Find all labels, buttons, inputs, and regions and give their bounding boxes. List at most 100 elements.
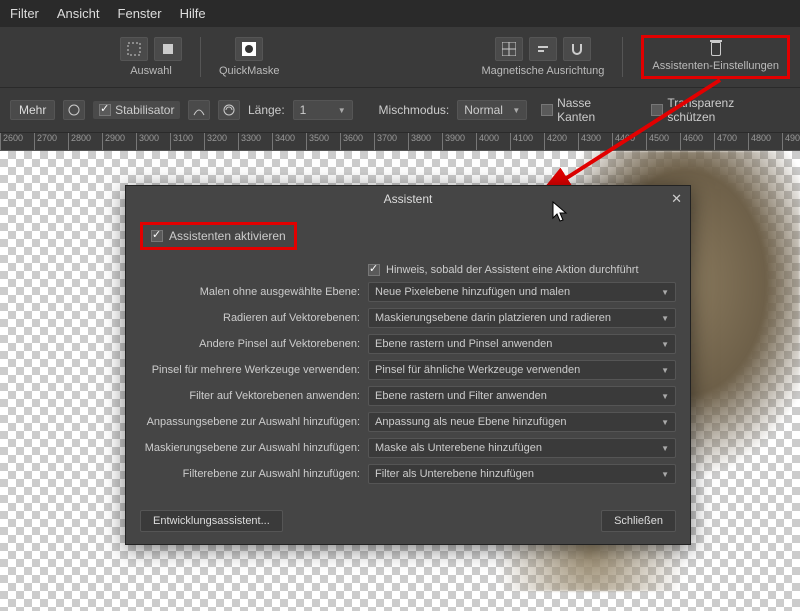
transparenz-checkbox[interactable]: Transparenz schützen [645, 94, 790, 126]
tool-label-magnet: Magnetische Ausrichtung [482, 65, 605, 77]
option-dropdown[interactable]: Filter als Unterebene hinzufügen▼ [368, 464, 676, 484]
dialog-option-row: Maskierungsebene zur Auswahl hinzufügen:… [140, 438, 676, 458]
ruler-tick: 2600 [0, 133, 23, 151]
toolbar-main: Auswahl QuickMaske Magnetische Ausrichtu… [0, 27, 800, 88]
ruler-tick: 3700 [374, 133, 397, 151]
menu-hilfe[interactable]: Hilfe [180, 6, 206, 21]
close-button[interactable]: ✕ [671, 191, 682, 207]
dev-assistant-button[interactable]: Entwicklungsassistent... [140, 510, 283, 532]
menu-ansicht[interactable]: Ansicht [57, 6, 100, 21]
option-value: Maske als Unterebene hinzufügen [375, 442, 542, 454]
option-label: Maskierungsebene zur Auswahl hinzufügen: [140, 442, 360, 454]
ruler-tick: 3300 [238, 133, 261, 151]
checkbox-icon [651, 104, 663, 116]
checkbox-icon [99, 104, 111, 116]
ruler-tick: 4600 [680, 133, 703, 151]
ruler-tick: 3000 [136, 133, 159, 151]
transparenz-label: Transparenz schützen [667, 96, 784, 124]
option-dropdown[interactable]: Neue Pixelebene hinzufügen und malen▼ [368, 282, 676, 302]
hint-label: Hinweis, sobald der Assistent eine Aktio… [386, 264, 639, 276]
tool-label-assist: Assistenten-Einstellungen [652, 60, 779, 72]
dialog-option-row: Malen ohne ausgewählte Ebene: Neue Pixele… [140, 282, 676, 302]
menu-fenster[interactable]: Fenster [118, 6, 162, 21]
option-dropdown[interactable]: Anpassung als neue Ebene hinzufügen▼ [368, 412, 676, 432]
close-dialog-button[interactable]: Schließen [601, 510, 676, 532]
menubar: Filter Ansicht Fenster Hilfe [0, 0, 800, 27]
option-label: Malen ohne ausgewählte Ebene: [140, 286, 360, 298]
chevron-down-icon: ▼ [661, 444, 669, 453]
laenge-value: 1 [300, 103, 307, 117]
ruler-tick: 3600 [340, 133, 363, 151]
nasse-label: Nasse Kanten [557, 96, 631, 124]
option-value: Ebene rastern und Filter anwenden [375, 390, 547, 402]
dialog-titlebar[interactable]: Assistent ✕ [126, 186, 690, 212]
ruler-tick: 2800 [68, 133, 91, 151]
ruler: 2600270028002900300031003200330034003500… [0, 133, 800, 151]
option-value: Anpassung als neue Ebene hinzufügen [375, 416, 566, 428]
option-dropdown[interactable]: Maskierungsebene darin platzieren und ra… [368, 308, 676, 328]
ruler-tick: 3100 [170, 133, 193, 151]
grid-icon[interactable] [495, 37, 523, 61]
quickmask-icon[interactable] [235, 37, 263, 61]
dialog-title-text: Assistent [384, 192, 433, 206]
option-dropdown[interactable]: Ebene rastern und Filter anwenden ▼ [368, 386, 676, 406]
option-value: Pinsel für ähnliche Werkzeuge verwenden [375, 364, 580, 376]
ruler-tick: 4800 [748, 133, 771, 151]
magnet-icon[interactable] [563, 37, 591, 61]
option-dropdown[interactable]: Maske als Unterebene hinzufügen ▼ [368, 438, 676, 458]
chevron-down-icon: ▼ [661, 314, 669, 323]
option-dropdown[interactable]: Ebene rastern und Pinsel anwenden▼ [368, 334, 676, 354]
chevron-down-icon: ▼ [661, 392, 669, 401]
ruler-tick: 3500 [306, 133, 329, 151]
brush-settings-icon[interactable] [63, 100, 85, 120]
selection-solid-icon[interactable] [154, 37, 182, 61]
option-label: Anpassungsebene zur Auswahl hinzufügen: [140, 416, 360, 428]
ruler-tick: 4500 [646, 133, 669, 151]
selection-rect-icon[interactable] [120, 37, 148, 61]
ruler-tick: 4100 [510, 133, 533, 151]
ruler-tick: 3800 [408, 133, 431, 151]
rope-icon[interactable] [218, 100, 240, 120]
chevron-down-icon: ▼ [338, 106, 346, 115]
chevron-down-icon: ▼ [661, 470, 669, 479]
dialog-option-row: Anpassungsebene zur Auswahl hinzufügen: A… [140, 412, 676, 432]
activate-assistants-checkbox[interactable]: Assistenten aktivieren [140, 222, 297, 250]
checkbox-icon[interactable] [368, 264, 380, 276]
stabilisator-checkbox[interactable]: Stabilisator [93, 101, 180, 119]
option-label: Filter auf Vektorebenen anwenden: [140, 390, 360, 402]
ruler-tick: 4700 [714, 133, 737, 151]
misch-label: Mischmodus: [379, 103, 450, 117]
toolbar-options: Mehr Stabilisator Länge: 1 ▼ Mischmodus:… [0, 88, 800, 133]
option-label: Pinsel für mehrere Werkzeuge verwenden: [140, 364, 360, 376]
align-icon[interactable] [529, 37, 557, 61]
dialog-option-row: Andere Pinsel auf Vektorebenen: Ebene ras… [140, 334, 676, 354]
mehr-button[interactable]: Mehr [10, 100, 55, 120]
tool-group-magnet: Magnetische Ausrichtung [482, 37, 605, 77]
option-dropdown[interactable]: Pinsel für ähnliche Werkzeuge verwenden▼ [368, 360, 676, 380]
ruler-tick: 3400 [272, 133, 295, 151]
tool-group-quickmaske: QuickMaske [219, 37, 280, 77]
tool-label-quickmaske: QuickMaske [219, 65, 280, 77]
laenge-label: Länge: [248, 103, 285, 117]
assistent-settings-button[interactable]: Assistenten-Einstellungen [641, 35, 790, 79]
dialog-option-row: Radieren auf Vektorebenen:Maskierungsebe… [140, 308, 676, 328]
activate-label: Assistenten aktivieren [169, 229, 286, 243]
nasse-kanten-checkbox[interactable]: Nasse Kanten [535, 94, 637, 126]
tool-group-auswahl: Auswahl [120, 37, 182, 77]
laenge-dropdown[interactable]: 1 ▼ [293, 100, 353, 120]
option-label: Filterebene zur Auswahl hinzufügen: [140, 468, 360, 480]
ruler-tick: 3200 [204, 133, 227, 151]
ruler-tick: 2900 [102, 133, 125, 151]
ruler-tick: 4400 [612, 133, 635, 151]
option-label: Andere Pinsel auf Vektorebenen: [140, 338, 360, 350]
dialog-option-row: Pinsel für mehrere Werkzeuge verwenden: P… [140, 360, 676, 380]
option-value: Ebene rastern und Pinsel anwenden [375, 338, 552, 350]
tool-label-auswahl: Auswahl [130, 65, 172, 77]
divider [622, 37, 623, 77]
ruler-tick: 4300 [578, 133, 601, 151]
curve-icon[interactable] [188, 100, 210, 120]
stabilisator-label: Stabilisator [115, 103, 174, 117]
menu-filter[interactable]: Filter [10, 6, 39, 21]
mischmodus-dropdown[interactable]: Normal ▼ [457, 100, 527, 120]
ruler-tick: 4200 [544, 133, 567, 151]
